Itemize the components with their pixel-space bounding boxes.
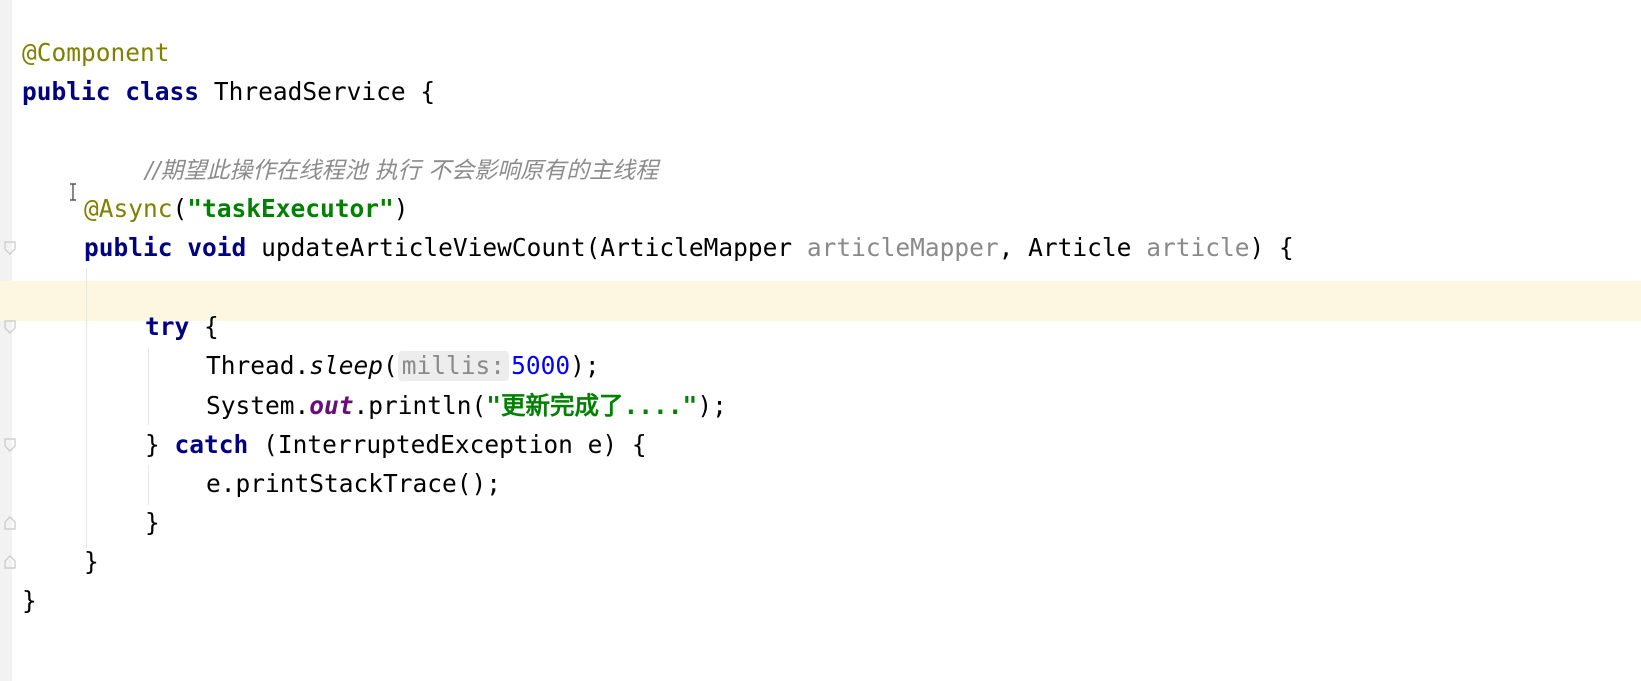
indent-guide — [148, 465, 149, 505]
code-line[interactable]: public void updateArticleViewCount(Artic… — [84, 233, 1294, 263]
code-line[interactable]: public class ThreadService { — [22, 77, 435, 107]
paren-close: ) — [393, 194, 409, 223]
indent-guide — [86, 268, 87, 548]
class-name: ThreadService — [213, 77, 406, 106]
method-name: updateArticleViewCount — [261, 233, 586, 262]
param-name: articleMapper — [806, 233, 999, 262]
catch-params: (InterruptedException e) — [263, 430, 618, 459]
print-stack-trace-call: e.printStackTrace(); — [206, 469, 502, 498]
close-brace: } — [22, 586, 37, 615]
println-call: .println( — [353, 391, 487, 420]
fold-marker-icon[interactable] — [3, 320, 17, 334]
paren-open: ( — [383, 351, 398, 380]
code-editor[interactable]: @Component public class ThreadService { … — [0, 0, 1641, 681]
statement-end: ); — [570, 351, 600, 380]
current-line-highlight — [0, 281, 1641, 321]
statement-end: ); — [697, 391, 727, 420]
text-cursor-icon — [70, 183, 76, 201]
code-line[interactable]: } — [84, 547, 99, 577]
editor-gutter[interactable] — [0, 0, 12, 681]
async-argument-string: "taskExecutor" — [187, 194, 394, 223]
number-literal: 5000 — [511, 351, 571, 380]
fold-marker-icon[interactable] — [3, 516, 17, 530]
fold-marker-icon[interactable] — [3, 555, 17, 569]
code-comment: //期望此操作在线程池 执行 不会影响原有的主线程 — [145, 158, 659, 184]
code-line[interactable]: try { — [145, 312, 219, 342]
keyword-void: void — [187, 233, 247, 262]
println-string: "更新完成了...." — [486, 391, 698, 420]
annotation-async: @Async — [84, 194, 173, 223]
open-brace: { — [204, 312, 219, 341]
sleep-method: sleep — [309, 351, 384, 380]
annotation-component: @Component — [22, 38, 170, 67]
close-brace: } — [145, 430, 160, 459]
keyword-public: public — [84, 233, 173, 262]
code-line[interactable]: @Component — [22, 38, 170, 68]
code-line[interactable]: } catch (InterruptedException e) { — [145, 430, 647, 460]
keyword-catch: catch — [174, 430, 249, 459]
paren-open: ( — [585, 233, 601, 262]
code-line[interactable]: } — [22, 586, 37, 616]
system-class: System. — [206, 391, 310, 420]
parameter-hint: millis: — [397, 351, 510, 381]
keyword-class: class — [125, 77, 200, 106]
close-brace: } — [84, 547, 99, 576]
open-brace: { — [1279, 233, 1294, 262]
code-line[interactable]: Thread.sleep(millis: 5000); — [206, 351, 600, 381]
open-brace: { — [631, 430, 647, 459]
keyword-try: try — [145, 312, 190, 341]
fold-marker-icon[interactable] — [3, 438, 17, 452]
keyword-public: public — [22, 77, 111, 106]
out-field: out — [309, 391, 354, 420]
thread-call: Thread. — [206, 351, 310, 380]
code-line[interactable]: e.printStackTrace(); — [206, 469, 501, 499]
param-name: article — [1146, 233, 1250, 262]
param-type: Article — [1028, 233, 1132, 262]
indent-guide — [148, 347, 149, 425]
paren-open: ( — [172, 194, 188, 223]
open-brace: { — [420, 77, 436, 106]
code-line[interactable]: @Async("taskExecutor") — [84, 194, 409, 224]
fold-marker-icon[interactable] — [3, 241, 17, 255]
close-brace: } — [145, 508, 160, 537]
param-type: ArticleMapper — [600, 233, 793, 262]
code-line[interactable]: } — [145, 508, 160, 538]
comma: , — [998, 233, 1014, 262]
code-line[interactable]: System.out.println("更新完成了...."); — [206, 391, 727, 421]
paren-close: ) — [1249, 233, 1265, 262]
code-line[interactable]: //期望此操作在线程池 执行 不会影响原有的主线程 — [145, 155, 658, 185]
